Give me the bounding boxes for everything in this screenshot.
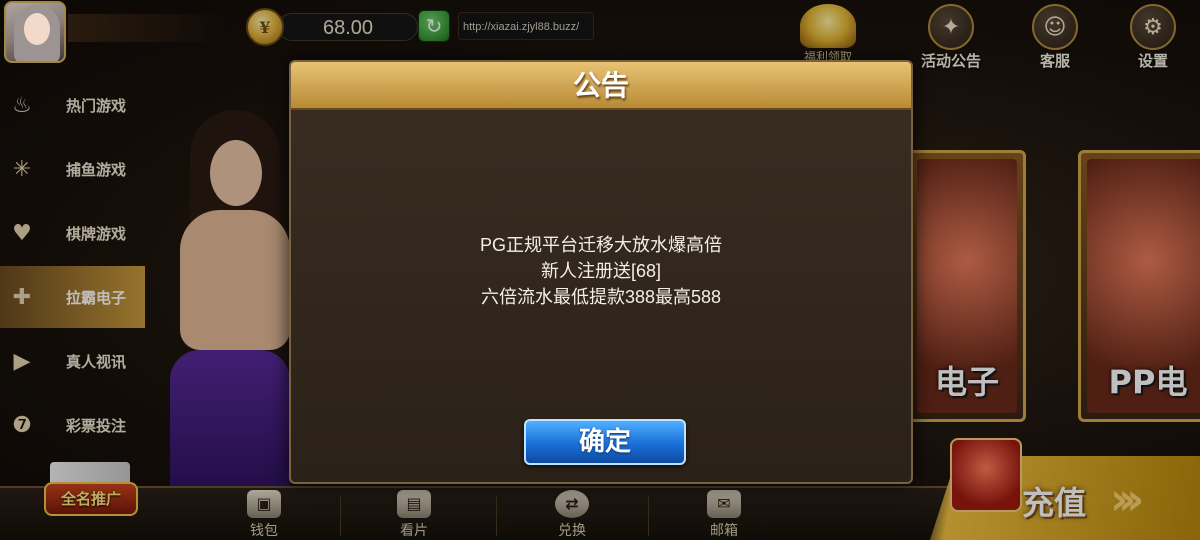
confirm-button[interactable]: 确定: [524, 419, 686, 465]
dialog-header: 公告: [291, 62, 911, 110]
dialog-body: PG正规平台迁移大放水爆高倍 新人注册送[68] 六倍流水最低提款388最高58…: [291, 232, 911, 310]
announcement-line: 新人注册送[68]: [540, 261, 662, 281]
announcement-line: PG正规平台迁移大放水爆高倍: [479, 235, 722, 255]
avatar-face: [24, 13, 50, 45]
announcement-line: 六倍流水最低提款388最高588: [480, 287, 722, 307]
announcement-dialog: 公告 PG正规平台迁移大放水爆高倍 新人注册送[68] 六倍流水最低提款388最…: [289, 60, 913, 484]
confirm-label: 确定: [578, 427, 631, 457]
dialog-title: 公告: [572, 69, 629, 102]
